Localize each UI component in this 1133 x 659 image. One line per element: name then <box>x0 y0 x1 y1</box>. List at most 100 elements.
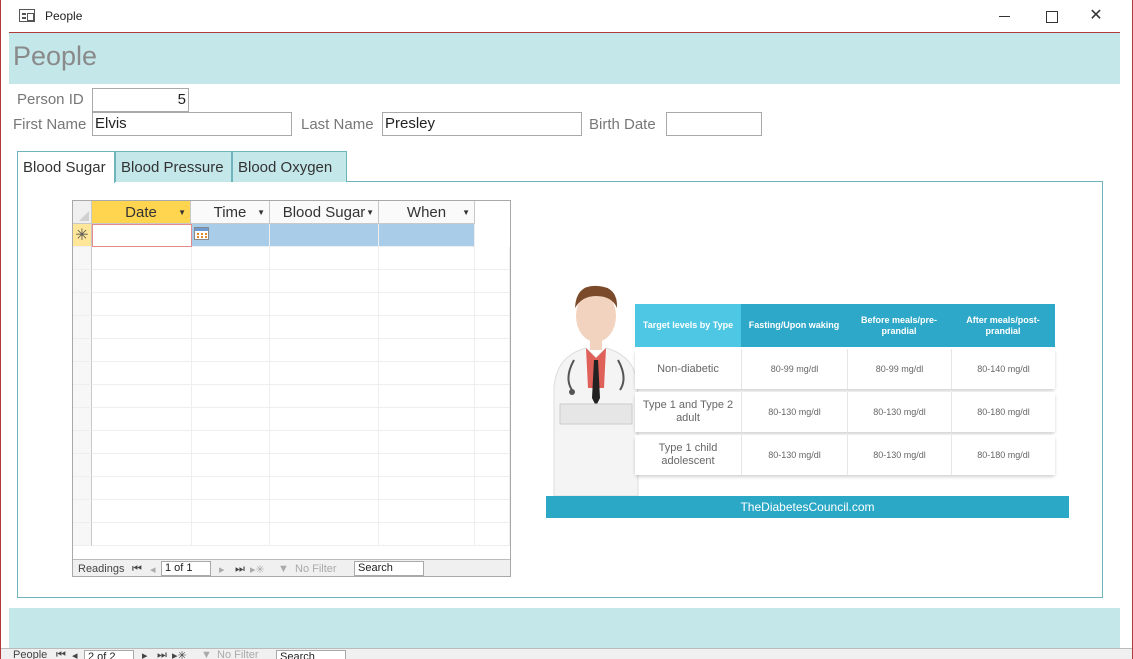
empty-cell <box>92 431 192 454</box>
empty-cell <box>192 293 270 316</box>
search-box[interactable]: Search <box>276 650 346 659</box>
empty-cell <box>475 431 510 454</box>
empty-cell <box>92 385 192 408</box>
form-icon <box>19 9 35 22</box>
column-header-when[interactable]: When ▼ <box>379 201 475 224</box>
empty-cell <box>192 316 270 339</box>
empty-cell <box>379 500 475 523</box>
readings-datasheet[interactable]: Date ▼ Time ▼ Blood Sugar ▼ When ▼ ✳ Rea… <box>72 200 511 577</box>
previous-record-icon[interactable]: ◂ <box>72 649 78 659</box>
empty-cell <box>475 339 510 362</box>
empty-cell <box>92 500 192 523</box>
window-title: People <box>45 9 83 23</box>
record-selector[interactable] <box>73 408 92 431</box>
empty-cell <box>192 385 270 408</box>
row-label: Type 1 child adolescent <box>635 435 741 475</box>
tab-blood-oxygen[interactable]: Blood Oxygen <box>232 151 347 182</box>
record-selector[interactable] <box>73 293 92 316</box>
previous-record-icon[interactable]: ◂ <box>150 563 156 576</box>
record-selector[interactable] <box>73 385 92 408</box>
dropdown-arrow-icon[interactable]: ▼ <box>366 201 374 224</box>
column-header-label: When <box>406 204 447 221</box>
record-selector[interactable] <box>73 500 92 523</box>
dropdown-arrow-icon[interactable]: ▼ <box>462 201 470 224</box>
empty-cell <box>92 270 192 293</box>
datasheet-navigation-bar: Readings ⏮ ◂ 1 of 1 ▸ ⏭ ▸✳ ▼ No Filter S… <box>73 559 510 576</box>
no-filter-label[interactable]: No Filter <box>295 563 337 575</box>
next-record-icon[interactable]: ▸ <box>219 563 225 576</box>
select-all-corner[interactable] <box>73 201 92 224</box>
new-record-icon[interactable]: ▸✳ <box>172 649 187 659</box>
record-selector[interactable] <box>73 316 92 339</box>
maximize-button[interactable] <box>1039 6 1063 26</box>
next-record-icon[interactable]: ▸ <box>142 649 148 659</box>
empty-cell <box>192 247 270 270</box>
close-button[interactable]: ✕ <box>1084 6 1108 26</box>
no-filter-label[interactable]: No Filter <box>217 649 259 659</box>
record-selector[interactable] <box>73 270 92 293</box>
empty-cell <box>192 408 270 431</box>
column-header-time[interactable]: Time ▼ <box>191 201 270 224</box>
table-cell: 80-180 mg/dl <box>951 435 1055 475</box>
record-selector[interactable] <box>73 454 92 477</box>
person-id-field[interactable]: 5 <box>92 88 189 112</box>
empty-cell <box>379 247 475 270</box>
empty-cell <box>475 316 510 339</box>
birth-date-field[interactable] <box>666 112 762 136</box>
empty-cell <box>270 500 379 523</box>
empty-cell <box>92 477 192 500</box>
tab-blood-sugar[interactable]: Blood Sugar <box>17 151 115 183</box>
search-box[interactable]: Search <box>354 561 424 576</box>
last-name-field[interactable]: Presley <box>382 112 582 136</box>
empty-cell <box>192 477 270 500</box>
empty-cell <box>379 362 475 385</box>
when-cell[interactable] <box>379 224 475 247</box>
empty-cell <box>475 385 510 408</box>
date-cell[interactable] <box>92 224 192 247</box>
column-header-date[interactable]: Date ▼ <box>92 201 191 224</box>
current-record-box[interactable]: 1 of 1 <box>161 561 211 576</box>
empty-cell <box>192 454 270 477</box>
dropdown-arrow-icon[interactable]: ▼ <box>178 201 186 224</box>
blood-sugar-cell[interactable] <box>270 224 379 247</box>
table-cell: 80-130 mg/dl <box>847 435 951 475</box>
first-name-label: First Name <box>13 116 87 133</box>
record-nav-label: People <box>13 649 48 659</box>
empty-cell <box>475 293 510 316</box>
dropdown-arrow-icon[interactable]: ▼ <box>257 201 265 224</box>
record-selector[interactable] <box>73 339 92 362</box>
blood-sugar-infographic: Target levels by Type Fasting/Upon wakin… <box>546 278 1069 518</box>
empty-cell <box>379 523 475 546</box>
record-selector[interactable] <box>73 431 92 454</box>
empty-cell <box>270 339 379 362</box>
time-cell[interactable] <box>192 224 270 247</box>
first-record-icon[interactable]: ⏮ <box>132 563 142 576</box>
record-selector[interactable] <box>73 362 92 385</box>
table-cell: 80-130 mg/dl <box>741 435 847 475</box>
new-record-selector[interactable]: ✳ <box>73 224 92 247</box>
record-selector[interactable] <box>73 523 92 546</box>
last-record-icon[interactable]: ⏭ <box>235 563 245 576</box>
empty-cell <box>192 431 270 454</box>
record-selector[interactable] <box>73 247 92 270</box>
new-record-icon[interactable]: ▸✳ <box>250 563 265 576</box>
last-record-icon[interactable]: ⏭ <box>157 649 167 659</box>
empty-cell <box>92 293 192 316</box>
filter-icon[interactable]: ▼ <box>278 563 289 575</box>
table-header: After meals/post-prandial <box>951 304 1055 347</box>
first-record-icon[interactable]: ⏮ <box>56 649 66 659</box>
source-footer: TheDiabetesCouncil.com <box>546 496 1069 518</box>
empty-cell <box>379 454 475 477</box>
calendar-icon[interactable] <box>194 227 209 240</box>
tab-blood-pressure[interactable]: Blood Pressure <box>115 151 232 182</box>
record-selector[interactable] <box>73 477 92 500</box>
minimize-button[interactable] <box>993 6 1017 26</box>
column-header-blood-sugar[interactable]: Blood Sugar ▼ <box>270 201 379 224</box>
empty-cell <box>270 293 379 316</box>
row-label: Type 1 and Type 2 adult <box>635 392 741 432</box>
current-record-box[interactable]: 2 of 2 <box>84 650 134 659</box>
empty-cell <box>270 454 379 477</box>
filter-icon[interactable]: ▼ <box>201 649 212 659</box>
first-name-field[interactable]: Elvis <box>92 112 292 136</box>
empty-cell <box>270 362 379 385</box>
